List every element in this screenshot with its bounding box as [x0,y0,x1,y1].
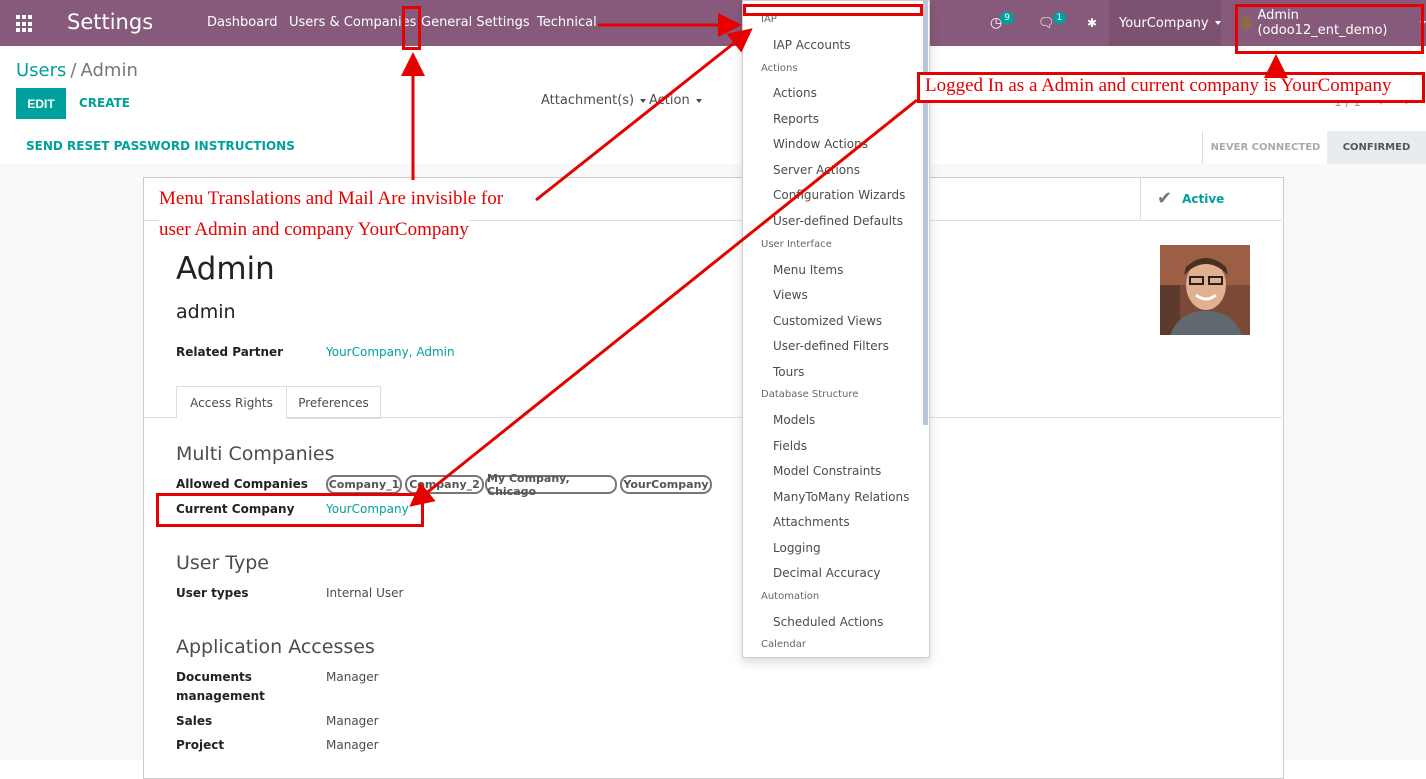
menu-item-views[interactable]: Views [773,288,808,302]
menu-item-logging[interactable]: Logging [773,541,821,555]
project-label: Project [176,738,225,752]
company-tag[interactable]: YourCompany [620,475,712,494]
menu-item-scheduled-actions[interactable]: Scheduled Actions [773,615,883,629]
action-label: Action [649,93,690,108]
related-partner-label: Related Partner [176,345,284,359]
user-name-field[interactable]: Admin [176,251,275,287]
action-dropdown[interactable]: Action [649,93,702,108]
section-application-accesses: Application Accesses [176,636,375,658]
app-title: Settings [67,10,154,34]
menu-general-settings[interactable]: General Settings [421,15,530,30]
menu-dashboard[interactable]: Dashboard [207,15,278,30]
menu-header-calendar: Calendar [761,639,806,650]
allowed-companies-label: Allowed Companies [176,477,308,491]
menu-header-actions: Actions [761,63,798,74]
breadcrumb-current: Admin [80,60,138,81]
menu-technical[interactable]: Technical [537,15,597,30]
menu-item-iap-accounts[interactable]: IAP Accounts [773,38,851,52]
documents-value[interactable]: Manager [326,670,379,684]
activity-badge: 9 [1000,12,1014,24]
menu-users-companies[interactable]: Users & Companies [289,15,416,30]
chevron-down-icon [695,98,702,103]
form-statusbar: SEND RESET PASSWORD INSTRUCTIONS NEVER C… [0,131,1426,165]
menu-item-user-defined-defaults[interactable]: User-defined Defaults [773,214,903,228]
documents-label-cont: management [176,689,265,703]
stage-confirmed: CONFIRMED [1327,131,1426,164]
company-switcher-inner: YourCompany [1119,0,1221,46]
breadcrumb-separator: / [70,60,77,81]
message-badge: 1 [1052,12,1067,24]
menu-header-automation: Automation [761,591,820,602]
edit-button[interactable]: EDIT [16,88,66,119]
menu-item-fields[interactable]: Fields [773,439,807,453]
sales-label: Sales [176,714,213,728]
debug-bug-button[interactable]: ✱ [1087,0,1097,46]
chevron-down-icon [640,98,647,103]
annotation-box-menu-top [743,4,923,16]
project-value[interactable]: Manager [326,738,379,752]
menu-item-many2many-relations[interactable]: ManyToMany Relations [773,490,909,504]
section-user-type: User Type [176,552,269,574]
attachments-label: Attachment(s) [541,93,635,108]
bug-icon: ✱ [1087,16,1098,30]
related-partner-link[interactable]: YourCompany, Admin [326,345,455,359]
active-toggle-button[interactable]: ✔ Active [1140,177,1283,220]
tab-access-rights[interactable]: Access Rights [176,386,287,419]
company-switcher[interactable]: YourCompany [1109,0,1221,46]
menu-item-configuration-wizards[interactable]: Configuration Wizards [773,188,905,202]
user-photo[interactable] [1160,245,1250,335]
activity-button[interactable]: ◷ 9 [990,0,1014,46]
annotation-invisible-menus-line2: user Admin and company YourCompany [159,219,469,241]
current-company-name: YourCompany [1119,15,1209,31]
section-multi-companies: Multi Companies [176,443,335,465]
menu-item-customized-views[interactable]: Customized Views [773,314,882,328]
create-button[interactable]: CREATE [79,96,130,110]
menu-item-models[interactable]: Models [773,413,815,427]
stage-never-connected: NEVER CONNECTED [1202,131,1328,164]
menu-header-user-interface: User Interface [761,239,832,250]
menu-item-user-defined-filters[interactable]: User-defined Filters [773,339,889,353]
sales-value[interactable]: Manager [326,714,379,728]
user-login-field[interactable]: admin [176,301,236,323]
tab-preferences[interactable]: Preferences [286,386,381,419]
breadcrumb-users[interactable]: Users [16,60,66,81]
attachments-dropdown[interactable]: Attachment(s) [541,93,647,108]
menu-item-reports[interactable]: Reports [773,112,819,126]
messaging-button[interactable]: 🗨 1 [1038,0,1067,46]
menu-item-server-actions[interactable]: Server Actions [773,163,860,177]
active-label: Active [1182,191,1225,206]
annotation-logged-in-text: Logged In as a Admin and current company… [925,75,1392,96]
form-sheet [143,177,1284,779]
menu-item-menu-items[interactable]: Menu Items [773,263,843,277]
breadcrumb: Users / Admin [16,60,138,81]
menu-item-attachments[interactable]: Attachments [773,515,850,529]
menu-item-tours[interactable]: Tours [773,365,804,379]
annotation-box-menu-gap [402,6,421,50]
menu-header-database-structure: Database Structure [761,389,859,400]
annotation-box-current-company [156,493,424,527]
send-reset-password-button[interactable]: SEND RESET PASSWORD INSTRUCTIONS [26,139,295,153]
documents-label: Documents [176,670,252,684]
annotation-invisible-menus-line1: Menu Translations and Mail Are invisible… [159,188,504,210]
menu-item-actions[interactable]: Actions [773,86,817,100]
top-navbar: Settings Dashboard Users & Companies Gen… [0,0,1426,46]
chevron-down-icon [1214,21,1221,25]
technical-dropdown-menu: IAP IAP Accounts Actions Actions Reports… [742,0,930,658]
apps-grid-icon[interactable] [16,15,34,33]
menu-item-window-actions[interactable]: Window Actions [773,137,868,151]
company-tag[interactable]: Company_1 [326,475,402,494]
menu-item-model-constraints[interactable]: Model Constraints [773,464,881,478]
user-types-value[interactable]: Internal User [326,586,403,600]
company-tag[interactable]: Company_2 [405,475,484,494]
company-tag[interactable]: My Company, Chicago [485,472,617,498]
dropdown-scrollbar[interactable] [923,0,928,425]
tab-divider [143,417,1282,418]
user-types-label: User types [176,586,249,600]
menu-item-decimal-accuracy[interactable]: Decimal Accuracy [773,566,881,580]
annotation-box-user [1235,4,1424,54]
check-icon: ✔ [1157,188,1173,209]
